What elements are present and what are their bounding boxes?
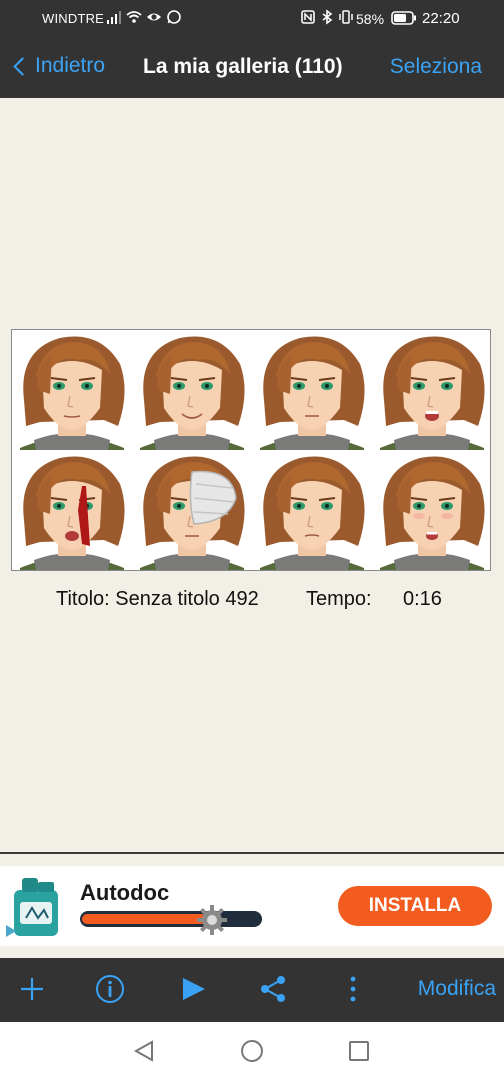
whatsapp-icon xyxy=(167,10,181,24)
status-bar: WINDTRE 58% 22:20 xyxy=(0,0,504,38)
home-circle-icon[interactable] xyxy=(240,1039,264,1063)
status-icons-left xyxy=(106,9,182,25)
more-icon[interactable] xyxy=(346,974,360,1004)
play-icon[interactable] xyxy=(181,974,207,1004)
info-icon[interactable] xyxy=(95,974,125,1004)
artwork-image[interactable] xyxy=(11,329,491,571)
time-label: Tempo: xyxy=(306,588,372,610)
portrait-5 xyxy=(19,455,126,570)
system-nav-bar xyxy=(0,1022,504,1080)
ad-choices-icon[interactable] xyxy=(4,924,18,938)
status-icons-right xyxy=(300,9,354,25)
bottom-toolbar: Modifica xyxy=(0,958,504,1022)
back-label: Indietro xyxy=(35,54,106,77)
portrait-6 xyxy=(139,455,246,570)
ad-progress-bar xyxy=(80,911,262,927)
portrait-sheet xyxy=(19,335,486,570)
portrait-1 xyxy=(19,335,126,451)
artwork-title: Titolo: Senza titolo 492 xyxy=(56,588,259,610)
nfc-icon xyxy=(301,10,315,24)
ad-app-name: Autodoc xyxy=(80,880,170,905)
back-triangle-icon[interactable] xyxy=(133,1039,155,1063)
ad-banner[interactable]: Autodoc INSTALLA xyxy=(0,866,504,946)
carrier-name: WINDTRE xyxy=(42,11,105,26)
battery-icon xyxy=(391,11,416,25)
ad-progress-fill xyxy=(82,914,207,924)
chevron-left-icon xyxy=(13,57,32,76)
share-icon[interactable] xyxy=(259,974,287,1004)
portrait-3 xyxy=(259,335,366,451)
gear-icon xyxy=(197,905,227,935)
vibrate-icon xyxy=(339,10,353,24)
signal-icon xyxy=(107,11,121,24)
recents-square-icon[interactable] xyxy=(348,1039,370,1063)
install-button[interactable]: INSTALLA xyxy=(338,886,492,926)
portrait-4 xyxy=(379,335,486,451)
nav-bar: Indietro La mia galleria (110) Seleziona xyxy=(0,38,504,98)
eye-icon xyxy=(147,13,161,21)
back-button[interactable]: Indietro xyxy=(13,54,106,78)
portrait-7 xyxy=(259,455,366,570)
portrait-8 xyxy=(379,455,486,570)
edit-button[interactable]: Modifica xyxy=(418,977,496,1001)
clock: 22:20 xyxy=(422,10,460,27)
portrait-2 xyxy=(139,335,246,451)
bluetooth-icon xyxy=(322,9,333,25)
time-value: 0:16 xyxy=(403,588,442,610)
select-button[interactable]: Seleziona xyxy=(390,55,482,79)
add-icon[interactable] xyxy=(18,974,46,1004)
battery-percent: 58% xyxy=(356,11,385,27)
page-title: La mia galleria (110) xyxy=(143,55,343,78)
ad-divider xyxy=(0,852,504,854)
wifi-icon xyxy=(126,11,142,23)
